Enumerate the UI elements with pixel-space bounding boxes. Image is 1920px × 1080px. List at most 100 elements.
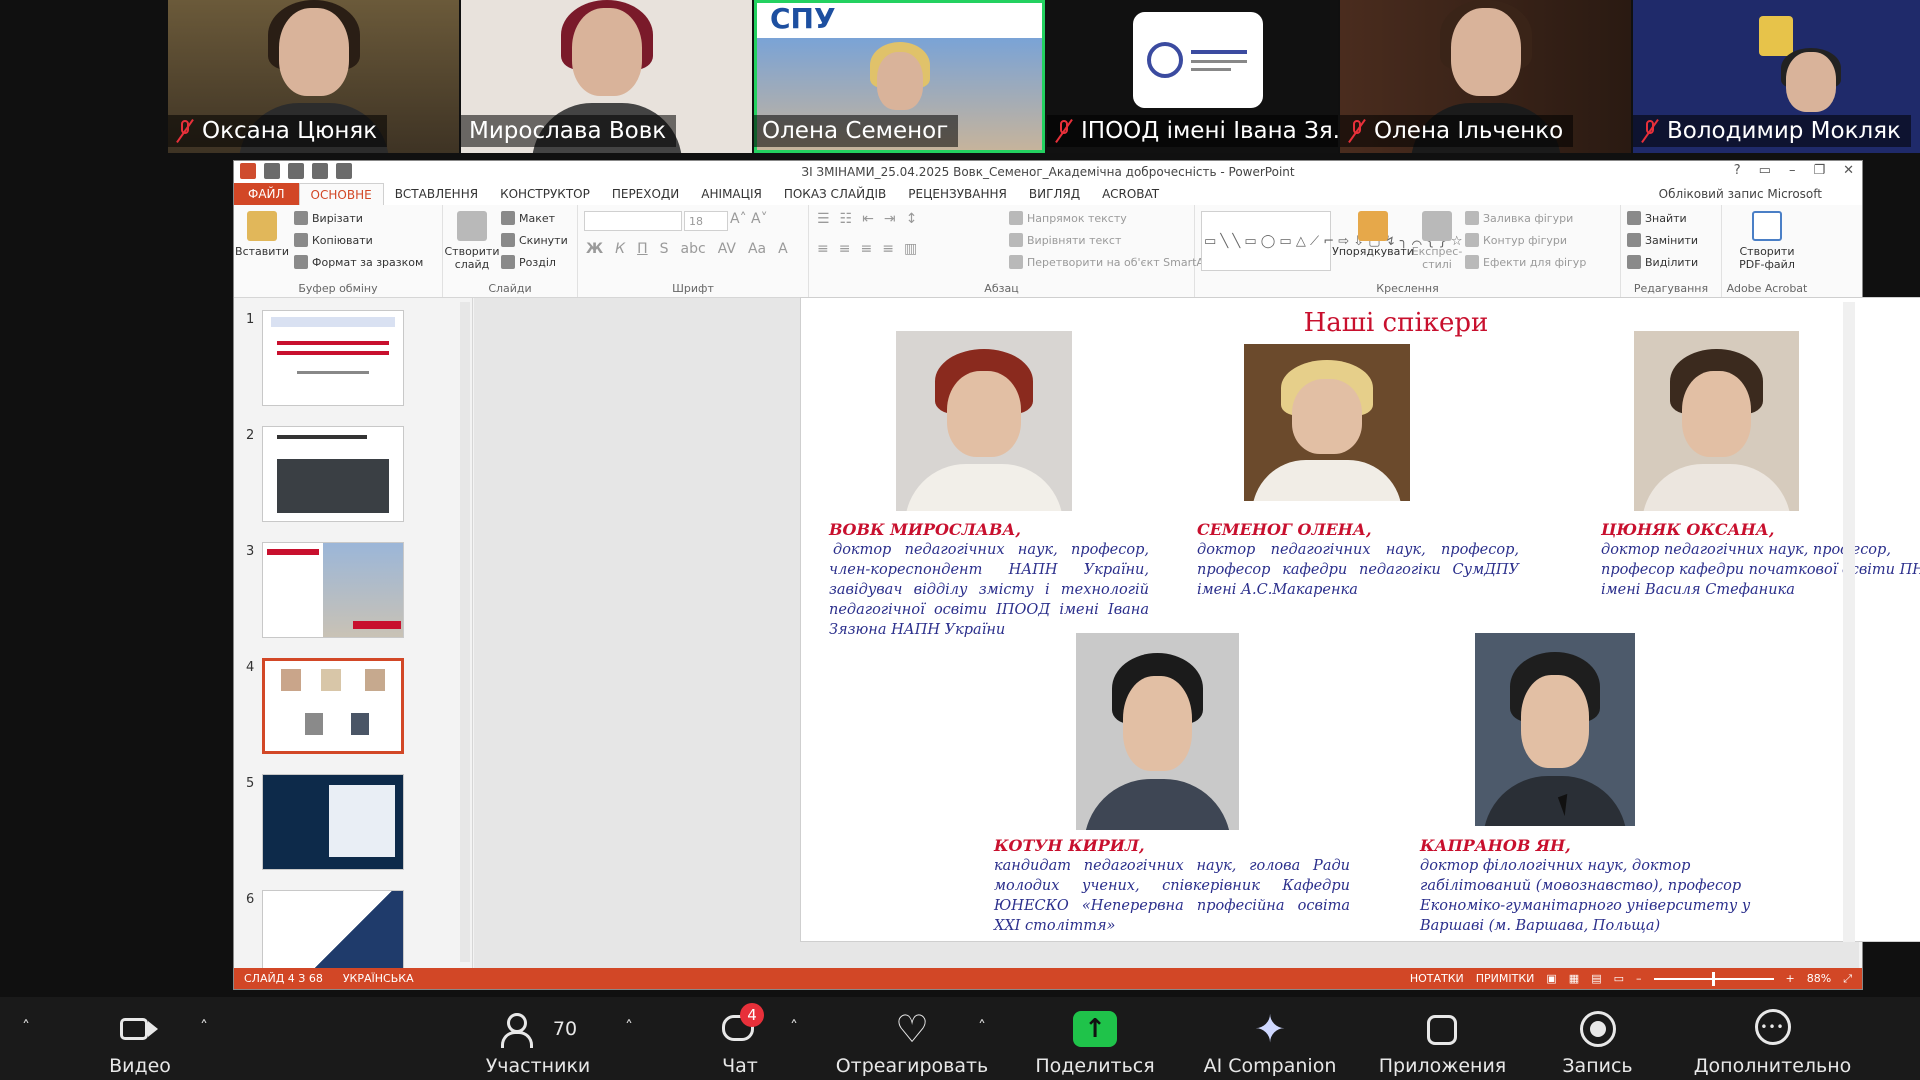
font-name-select[interactable] <box>584 211 682 231</box>
slide-thumbnail[interactable] <box>262 774 404 870</box>
slide-thumbnail[interactable] <box>262 542 404 638</box>
status-bar: СЛАЙД 4 З 68 УКРАЇНСЬКА НОТАТКИ ПРИМІТКИ… <box>234 968 1862 989</box>
tab-transitions[interactable]: ПЕРЕХОДИ <box>601 183 690 205</box>
layout-button[interactable]: Макет <box>501 211 555 225</box>
camera-icon <box>118 1009 162 1049</box>
more-button[interactable]: Дополнительно <box>1685 997 1860 1080</box>
paste-button[interactable]: Вставити <box>235 211 289 258</box>
group-acrobat: Створити PDF-файл Adobe Acrobat <box>1722 205 1812 297</box>
chevron-up-icon[interactable]: ˄ <box>790 1017 806 1036</box>
shape-effects-button[interactable]: Ефекти для фігур <box>1465 255 1586 269</box>
align-buttons[interactable]: ≡ ≡ ≡ ≡ ▥ <box>817 241 917 257</box>
shape-outline-button[interactable]: Контур фігури <box>1465 233 1567 247</box>
reading-view-icon[interactable]: ▤ <box>1591 972 1601 985</box>
notes-button[interactable]: НОТАТКИ <box>1410 972 1464 985</box>
tab-file[interactable]: ФАЙЛ <box>234 183 299 205</box>
mic-muted-icon <box>1055 119 1073 143</box>
tab-acrobat[interactable]: ACROBAT <box>1091 183 1170 205</box>
section-button[interactable]: Розділ <box>501 255 556 269</box>
zoom-level[interactable]: 88% <box>1807 972 1831 985</box>
smartart-button[interactable]: Перетворити на об'єкт SmartArt <box>1009 255 1213 269</box>
close-icon[interactable]: ✕ <box>1843 163 1854 178</box>
participant-tile-active-speaker[interactable]: СПУ Олена Семеног <box>754 0 1045 153</box>
slide-thumbnail-selected[interactable] <box>262 658 404 754</box>
font-style-buttons[interactable]: Ж К П Sabc AV Aa A <box>586 241 788 257</box>
zoom-out-icon[interactable]: – <box>1636 972 1642 985</box>
slide-thumbnail[interactable] <box>262 310 404 406</box>
account-name[interactable]: Обліковий запис Microsoft <box>1659 187 1862 201</box>
tab-design[interactable]: КОНСТРУКТОР <box>489 183 601 205</box>
participants-button[interactable]: 70 Участники <box>478 997 598 1080</box>
participant-tile[interactable]: Мирослава Вовк <box>461 0 752 153</box>
zoom-slider[interactable] <box>1653 971 1774 986</box>
participant-tile[interactable]: Оксана Цюняк <box>168 0 459 153</box>
copy-button[interactable]: Копіювати <box>294 233 373 247</box>
normal-view-icon[interactable]: ▣ <box>1546 972 1556 985</box>
zoom-in-icon[interactable]: + <box>1786 972 1795 985</box>
powerpoint-window: ЗІ ЗМІНАМИ_25.04.2025 Вовк_Семеног_Акаде… <box>233 160 1920 990</box>
find-button[interactable]: Знайти <box>1627 211 1687 225</box>
language-indicator[interactable]: УКРАЇНСЬКА <box>333 972 424 985</box>
new-slide-button[interactable]: Створити слайд <box>445 211 500 271</box>
fit-slide-icon[interactable]: ⤢ <box>1843 972 1852 986</box>
format-painter-button[interactable]: Формат за зразком <box>294 255 423 269</box>
help-icon[interactable]: ? <box>1734 163 1741 178</box>
heart-icon: ♡ <box>894 1007 930 1051</box>
slide-scrollbar[interactable] <box>1843 302 1855 942</box>
participants-icon <box>499 1009 543 1049</box>
chevron-up-icon[interactable]: ˄ <box>978 1017 994 1036</box>
speaker-photo <box>1076 633 1239 830</box>
shapes-gallery[interactable]: ▭ ╲ ╲ ▭ ◯ ▭ △ ⟋ ⌐ ⇨ ⇩ ▢ ↯ ╮ ⌒ { } ☆ <box>1201 211 1463 271</box>
restore-icon[interactable]: ❐ <box>1813 163 1825 178</box>
comments-button[interactable]: ПРИМІТКИ <box>1476 972 1535 985</box>
chevron-up-icon[interactable]: ˄ <box>200 1017 216 1036</box>
chevron-up-icon[interactable]: ˄ <box>22 1017 38 1036</box>
tab-animations[interactable]: АНІМАЦІЯ <box>690 183 773 205</box>
apps-button[interactable]: Приложения <box>1370 997 1515 1080</box>
list-buttons[interactable]: ☰ ☷ ⇤ ⇥ ↕ <box>817 211 917 227</box>
slide-thumbnail[interactable] <box>262 890 404 968</box>
participant-name: Олена Ільченко <box>1374 118 1564 144</box>
arrange-button[interactable]: Упорядкувати <box>1332 211 1414 258</box>
create-pdf-button[interactable]: Створити PDF-файл <box>1732 211 1802 271</box>
text-direction-icon <box>1009 211 1023 225</box>
speaker-photo <box>896 331 1072 511</box>
participant-tile[interactable]: Володимир Мокляк <box>1633 0 1920 153</box>
replace-button[interactable]: Замінити <box>1627 233 1698 247</box>
font-grow-shrink-buttons[interactable]: A˄ A˅ <box>730 211 768 227</box>
select-button[interactable]: Виділити <box>1627 255 1698 269</box>
tab-review[interactable]: РЕЦЕНЗУВАННЯ <box>897 183 1018 205</box>
reset-button[interactable]: Скинути <box>501 233 568 247</box>
tab-slideshow[interactable]: ПОКАЗ СЛАЙДІВ <box>773 183 897 205</box>
ribbon-display-icon[interactable]: ▭ <box>1759 163 1771 178</box>
tab-home[interactable]: ОСНОВНЕ <box>298 182 384 206</box>
shape-fill-button[interactable]: Заливка фігури <box>1465 211 1573 225</box>
tab-view[interactable]: ВИГЛЯД <box>1018 183 1091 205</box>
react-button[interactable]: ♡ Отреагировать <box>832 997 992 1080</box>
participant-tile[interactable]: ІПООД імені Івана Зя... <box>1047 0 1338 153</box>
tab-insert[interactable]: ВСТАВЛЕННЯ <box>384 183 489 205</box>
chat-button[interactable]: 4 Чат <box>700 997 780 1080</box>
align-text-button[interactable]: Вирівняти текст <box>1009 233 1121 247</box>
chevron-up-icon[interactable]: ˄ <box>625 1017 641 1036</box>
speaker-name: ВОВК МИРОСЛАВА, <box>829 520 1021 539</box>
reset-icon <box>501 233 515 247</box>
cut-button[interactable]: Вирізати <box>294 211 363 225</box>
slide-sorter-icon[interactable]: ▦ <box>1569 972 1579 985</box>
video-button[interactable]: Видео <box>100 997 180 1080</box>
speaker-name: КОТУН КИРИЛ, <box>994 836 1145 855</box>
slideshow-view-icon[interactable]: ▭ <box>1614 972 1624 985</box>
fill-icon <box>1465 211 1479 225</box>
share-button[interactable]: ↑ Поделиться <box>1030 997 1160 1080</box>
record-button[interactable]: Запись <box>1555 997 1640 1080</box>
participant-tile[interactable]: Олена Ільченко <box>1340 0 1631 153</box>
minimize-icon[interactable]: – <box>1789 163 1796 178</box>
quick-styles-button[interactable]: Експрес-стилі <box>1412 211 1462 271</box>
thumbnails-scrollbar[interactable] <box>460 302 470 962</box>
slide-thumbnail[interactable] <box>262 426 404 522</box>
font-size-select[interactable]: 18 <box>684 211 728 231</box>
more-icon <box>1751 1009 1795 1049</box>
text-direction-button[interactable]: Напрямок тексту <box>1009 211 1127 225</box>
institute-logo <box>1133 12 1263 108</box>
ai-companion-button[interactable]: ✦ AI Companion <box>1195 997 1345 1080</box>
